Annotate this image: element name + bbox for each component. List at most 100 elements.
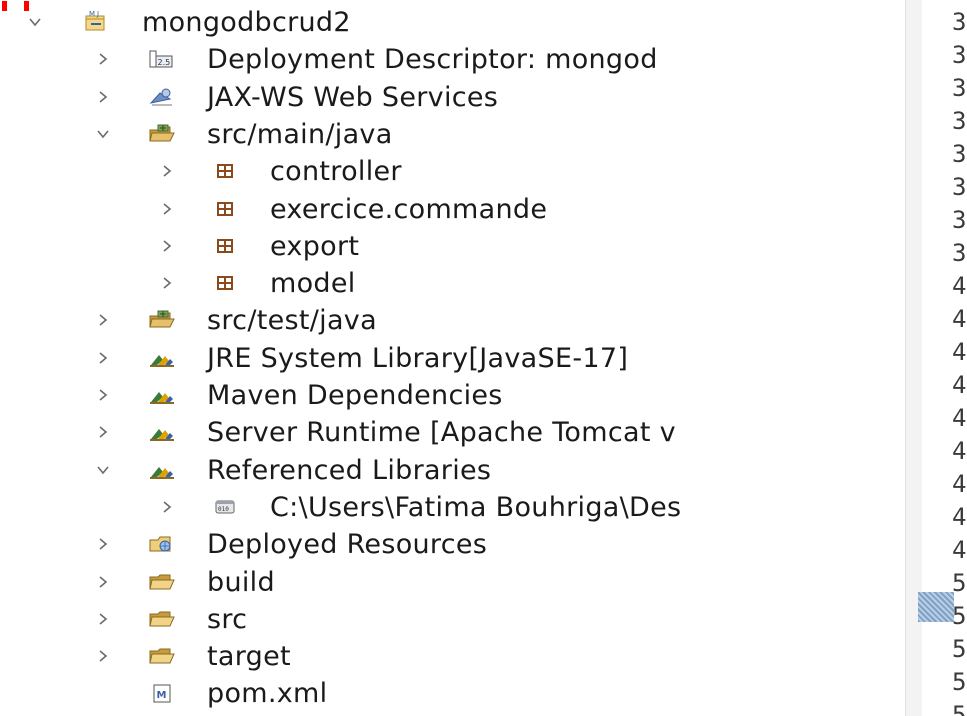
maven-web-project-icon: M J	[83, 10, 111, 34]
tree-item[interactable]: controller	[0, 153, 905, 190]
package-icon	[212, 197, 240, 221]
chevron-right-icon[interactable]	[160, 500, 174, 514]
library-icon	[148, 420, 176, 444]
chevron-right-icon[interactable]	[96, 425, 110, 439]
chevron-right-icon[interactable]	[96, 313, 110, 327]
chevron-right-icon[interactable]	[96, 90, 110, 104]
tree-item-label: Deployed Resources	[207, 529, 488, 561]
tree-item[interactable]: export	[0, 228, 905, 265]
tree-item[interactable]: Mpom.xml	[0, 675, 905, 712]
line-number: 4	[952, 371, 967, 399]
package-icon	[212, 159, 240, 183]
line-number: 4	[952, 272, 967, 300]
tree-item[interactable]: src/main/java	[0, 116, 905, 153]
tree-item-label: src/test/java	[207, 305, 377, 337]
chevron-right-icon[interactable]	[96, 649, 110, 663]
tree-item-label: target	[207, 641, 291, 673]
tree-item[interactable]: Server Runtime [Apache Tomcat v	[0, 414, 905, 451]
source-folder-icon	[148, 308, 176, 332]
package-icon	[212, 271, 240, 295]
library-icon	[148, 458, 176, 482]
svg-text:M: M	[89, 10, 95, 18]
chevron-down-icon[interactable]	[96, 127, 110, 141]
line-number: 4	[952, 404, 967, 432]
line-number: 5	[952, 635, 967, 663]
tree-item[interactable]: src	[0, 601, 905, 638]
svg-text:J: J	[96, 10, 99, 18]
svg-text:M: M	[157, 690, 167, 701]
tree-item-label: JRE System Library	[207, 342, 469, 374]
chevron-right-icon[interactable]	[96, 388, 110, 402]
tree-item-label: export	[270, 230, 360, 262]
chevron-right-icon[interactable]	[160, 239, 174, 253]
folder-icon	[148, 644, 176, 668]
line-number: 5	[952, 668, 967, 696]
tree-item-label: pom.xml	[207, 678, 328, 710]
tree-item[interactable]: Maven Dependencies	[0, 377, 905, 414]
chevron-right-icon[interactable]	[160, 164, 174, 178]
tree-item[interactable]: Deployed Resources	[0, 526, 905, 563]
chevron-right-icon[interactable]	[96, 575, 110, 589]
line-number: 4	[952, 470, 967, 498]
tree-item-label: controller	[270, 156, 402, 188]
chevron-right-icon[interactable]	[160, 276, 174, 290]
folder-icon	[148, 570, 176, 594]
tree-item[interactable]: 010 C:\Users\Fatima Bouhriga\Des	[0, 489, 905, 526]
tree-item[interactable]: build	[0, 564, 905, 601]
tree-item[interactable]: JRE System Library [JavaSE-17]	[0, 340, 905, 377]
chevron-right-icon[interactable]	[160, 202, 174, 216]
line-number: 4	[952, 338, 967, 366]
library-icon	[148, 346, 176, 370]
editor-line-numbers: 3 3 3 3 3 3 3 3 4 4 4 4 4 4 4 4 4 5 5 5 5 5	[924, 0, 967, 716]
package-icon	[212, 234, 240, 258]
line-number: 3	[952, 173, 967, 201]
tree-item-label: Deployment Descriptor: mongod	[207, 44, 658, 76]
line-number: 4	[952, 305, 967, 333]
maven-pom-file-icon: M	[148, 681, 176, 705]
tree-item-label: model	[270, 268, 356, 300]
chevron-down-icon[interactable]	[96, 463, 110, 477]
line-number: 5	[952, 569, 967, 597]
line-number: 3	[952, 41, 967, 69]
tree-item-label: JAX-WS Web Services	[207, 81, 499, 113]
tree-item[interactable]: M J mongodbcrud2	[0, 4, 905, 41]
chevron-right-icon[interactable]	[96, 612, 110, 626]
svg-text:2.5: 2.5	[158, 58, 171, 67]
jar-file-icon: 010	[212, 495, 240, 519]
chevron-down-icon[interactable]	[28, 15, 42, 29]
tree-item-label: src/main/java	[207, 118, 393, 150]
tree-item[interactable]: Referenced Libraries	[0, 452, 905, 489]
tree-item[interactable]: model	[0, 265, 905, 302]
chevron-right-icon[interactable]	[96, 351, 110, 365]
tree-item[interactable]: JAX-WS Web Services	[0, 79, 905, 116]
chevron-right-icon[interactable]	[96, 537, 110, 551]
tree-item-label: exercice.commande	[270, 193, 548, 225]
line-number: 5	[952, 701, 967, 716]
tree-item-label: C:\Users\Fatima Bouhriga\Des	[270, 491, 682, 523]
tree-item-decoration: [JavaSE-17]	[468, 342, 629, 374]
line-number: 4	[952, 536, 967, 564]
chevron-right-icon[interactable]	[96, 52, 110, 66]
line-number: 3	[952, 206, 967, 234]
line-number: 3	[952, 140, 967, 168]
tree-item[interactable]: src/test/java	[0, 302, 905, 339]
line-number: 3	[952, 239, 967, 267]
line-number: 4	[952, 437, 967, 465]
line-number: 3	[952, 107, 967, 135]
line-number: 4	[952, 503, 967, 531]
tree-item[interactable]: target	[0, 638, 905, 675]
folder-icon	[148, 607, 176, 631]
tree-item[interactable]: exercice.commande	[0, 191, 905, 228]
tree-item[interactable]: 2.5 Deployment Descriptor: mongod	[0, 41, 905, 78]
deployed-resources-icon	[148, 532, 176, 556]
project-explorer-tree: M J mongodbcrud2 2.5 Deployment Descripto…	[0, 0, 905, 716]
library-icon	[148, 383, 176, 407]
web-services-icon	[148, 85, 176, 109]
source-folder-icon	[148, 122, 176, 146]
tree-item-label: Maven Dependencies	[207, 380, 503, 411]
tree-item-label: mongodbcrud2	[142, 7, 351, 38]
svg-text:010: 010	[218, 506, 229, 513]
line-number: 3	[952, 8, 967, 36]
line-number: 5	[952, 602, 967, 630]
tree-item-label: Referenced Libraries	[207, 454, 492, 486]
